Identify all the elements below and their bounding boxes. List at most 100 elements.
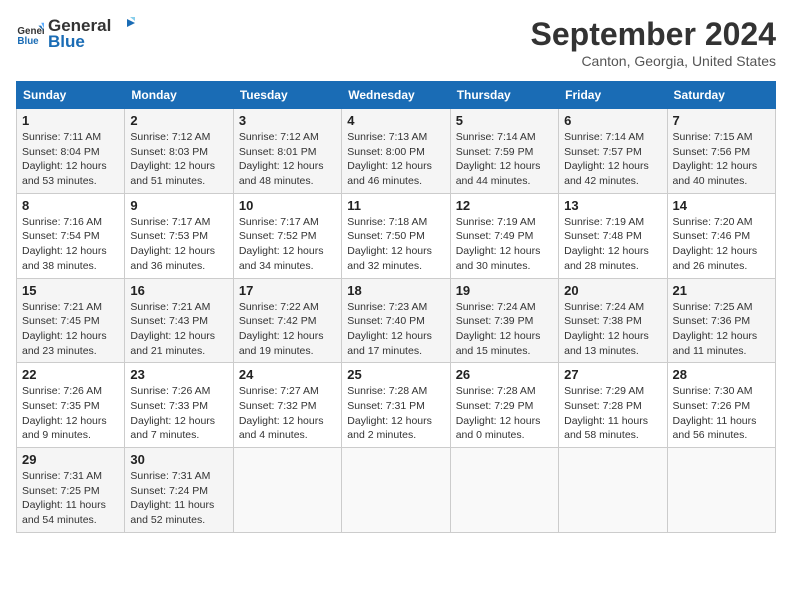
svg-text:Blue: Blue [17, 36, 39, 47]
day-header-tuesday: Tuesday [233, 82, 341, 109]
day-number: 11 [347, 198, 444, 213]
calendar-day-cell: 22Sunrise: 7:26 AMSunset: 7:35 PMDayligh… [17, 363, 125, 448]
day-number: 26 [456, 367, 553, 382]
calendar-day-cell: 17Sunrise: 7:22 AMSunset: 7:42 PMDayligh… [233, 278, 341, 363]
calendar-day-cell: 10 Sunrise: 7:17 AMSunset: 7:52 PMDayligh… [233, 193, 341, 278]
day-number: 3 [239, 113, 336, 128]
calendar-week-row: 29 Sunrise: 7:31 AMSunset: 7:25 PMDayligh… [17, 448, 776, 533]
day-info: Sunrise: 7:31 AMSunset: 7:24 PMDaylight:… [130, 469, 227, 528]
day-number: 9 [130, 198, 227, 213]
calendar-day-cell: 21 Sunrise: 7:25 AMSunset: 7:36 PMDayligh… [667, 278, 775, 363]
month-title: September 2024 [531, 16, 776, 53]
calendar-week-row: 15 Sunrise: 7:21 AMSunset: 7:45 PMDayligh… [17, 278, 776, 363]
header-row: SundayMondayTuesdayWednesdayThursdayFrid… [17, 82, 776, 109]
calendar-day-cell: 11Sunrise: 7:18 AMSunset: 7:50 PMDayligh… [342, 193, 450, 278]
calendar-day-cell: 30 Sunrise: 7:31 AMSunset: 7:24 PMDayligh… [125, 448, 233, 533]
calendar-day-cell: 28 Sunrise: 7:30 AMSunset: 7:26 PMDayligh… [667, 363, 775, 448]
calendar-week-row: 1 Sunrise: 7:11 AMSunset: 8:04 PMDaylight… [17, 109, 776, 194]
day-info: Sunrise: 7:26 AMSunset: 7:33 PMDaylight:… [130, 384, 227, 443]
day-number: 15 [22, 283, 119, 298]
day-info: Sunrise: 7:30 AMSunset: 7:26 PMDaylight:… [673, 384, 770, 443]
day-header-monday: Monday [125, 82, 233, 109]
calendar-day-cell: 1 Sunrise: 7:11 AMSunset: 8:04 PMDaylight… [17, 109, 125, 194]
day-info: Sunrise: 7:21 AMSunset: 7:43 PMDaylight:… [130, 300, 227, 359]
day-info: Sunrise: 7:28 AMSunset: 7:31 PMDaylight:… [347, 384, 444, 443]
day-info: Sunrise: 7:24 AMSunset: 7:38 PMDaylight:… [564, 300, 661, 359]
day-number: 21 [673, 283, 770, 298]
day-number: 30 [130, 452, 227, 467]
day-info: Sunrise: 7:31 AMSunset: 7:25 PMDaylight:… [22, 469, 119, 528]
day-info: Sunrise: 7:11 AMSunset: 8:04 PMDaylight:… [22, 130, 119, 189]
calendar-day-cell: 24 Sunrise: 7:27 AMSunset: 7:32 PMDayligh… [233, 363, 341, 448]
empty-cell [667, 448, 775, 533]
day-number: 28 [673, 367, 770, 382]
day-info: Sunrise: 7:20 AMSunset: 7:46 PMDaylight:… [673, 215, 770, 274]
day-info: Sunrise: 7:14 AMSunset: 7:57 PMDaylight:… [564, 130, 661, 189]
calendar-day-cell: 27 Sunrise: 7:29 AMSunset: 7:28 PMDayligh… [559, 363, 667, 448]
day-number: 17 [239, 283, 336, 298]
day-info: Sunrise: 7:17 AMSunset: 7:52 PMDaylight:… [239, 215, 336, 274]
day-number: 16 [130, 283, 227, 298]
calendar-day-cell: 16 Sunrise: 7:21 AMSunset: 7:43 PMDayligh… [125, 278, 233, 363]
header: General Blue General Blue September 2024… [16, 16, 776, 69]
day-number: 22 [22, 367, 119, 382]
calendar-day-cell: 25 Sunrise: 7:28 AMSunset: 7:31 PMDayligh… [342, 363, 450, 448]
day-number: 20 [564, 283, 661, 298]
day-number: 7 [673, 113, 770, 128]
day-info: Sunrise: 7:23 AMSunset: 7:40 PMDaylight:… [347, 300, 444, 359]
day-info: Sunrise: 7:21 AMSunset: 7:45 PMDaylight:… [22, 300, 119, 359]
day-info: Sunrise: 7:19 AMSunset: 7:48 PMDaylight:… [564, 215, 661, 274]
calendar-day-cell: 18 Sunrise: 7:23 AMSunset: 7:40 PMDayligh… [342, 278, 450, 363]
day-number: 27 [564, 367, 661, 382]
logo-icon: General Blue [16, 20, 44, 48]
calendar-day-cell: 2 Sunrise: 7:12 AMSunset: 8:03 PMDaylight… [125, 109, 233, 194]
calendar-day-cell: 3 Sunrise: 7:12 AMSunset: 8:01 PMDaylight… [233, 109, 341, 194]
empty-cell [559, 448, 667, 533]
day-info: Sunrise: 7:19 AMSunset: 7:49 PMDaylight:… [456, 215, 553, 274]
calendar-day-cell: 5Sunrise: 7:14 AMSunset: 7:59 PMDaylight… [450, 109, 558, 194]
day-header-friday: Friday [559, 82, 667, 109]
day-info: Sunrise: 7:25 AMSunset: 7:36 PMDaylight:… [673, 300, 770, 359]
calendar-day-cell: 12 Sunrise: 7:19 AMSunset: 7:49 PMDayligh… [450, 193, 558, 278]
empty-cell [450, 448, 558, 533]
day-info: Sunrise: 7:29 AMSunset: 7:28 PMDaylight:… [564, 384, 661, 443]
calendar-week-row: 8Sunrise: 7:16 AMSunset: 7:54 PMDaylight… [17, 193, 776, 278]
day-number: 25 [347, 367, 444, 382]
calendar-week-row: 22Sunrise: 7:26 AMSunset: 7:35 PMDayligh… [17, 363, 776, 448]
calendar-day-cell: 14Sunrise: 7:20 AMSunset: 7:46 PMDayligh… [667, 193, 775, 278]
day-info: Sunrise: 7:13 AMSunset: 8:00 PMDaylight:… [347, 130, 444, 189]
day-number: 4 [347, 113, 444, 128]
day-number: 6 [564, 113, 661, 128]
day-header-wednesday: Wednesday [342, 82, 450, 109]
day-number: 8 [22, 198, 119, 213]
day-number: 12 [456, 198, 553, 213]
day-header-sunday: Sunday [17, 82, 125, 109]
logo-flag-icon [113, 17, 135, 35]
day-number: 13 [564, 198, 661, 213]
day-number: 24 [239, 367, 336, 382]
day-header-saturday: Saturday [667, 82, 775, 109]
day-number: 1 [22, 113, 119, 128]
day-info: Sunrise: 7:12 AMSunset: 8:03 PMDaylight:… [130, 130, 227, 189]
empty-cell [233, 448, 341, 533]
calendar-day-cell: 29 Sunrise: 7:31 AMSunset: 7:25 PMDayligh… [17, 448, 125, 533]
calendar-day-cell: 15 Sunrise: 7:21 AMSunset: 7:45 PMDayligh… [17, 278, 125, 363]
day-number: 2 [130, 113, 227, 128]
logo: General Blue General Blue [16, 16, 135, 52]
calendar-day-cell: 23 Sunrise: 7:26 AMSunset: 7:33 PMDayligh… [125, 363, 233, 448]
day-number: 29 [22, 452, 119, 467]
day-number: 18 [347, 283, 444, 298]
day-number: 10 [239, 198, 336, 213]
day-info: Sunrise: 7:14 AMSunset: 7:59 PMDaylight:… [456, 130, 553, 189]
day-number: 19 [456, 283, 553, 298]
calendar-day-cell: 19Sunrise: 7:24 AMSunset: 7:39 PMDayligh… [450, 278, 558, 363]
calendar-day-cell: 6 Sunrise: 7:14 AMSunset: 7:57 PMDaylight… [559, 109, 667, 194]
day-number: 23 [130, 367, 227, 382]
day-info: Sunrise: 7:27 AMSunset: 7:32 PMDaylight:… [239, 384, 336, 443]
calendar-table: SundayMondayTuesdayWednesdayThursdayFrid… [16, 81, 776, 533]
day-info: Sunrise: 7:12 AMSunset: 8:01 PMDaylight:… [239, 130, 336, 189]
location-title: Canton, Georgia, United States [531, 53, 776, 69]
calendar-body: 1 Sunrise: 7:11 AMSunset: 8:04 PMDaylight… [17, 109, 776, 533]
calendar-day-cell: 7 Sunrise: 7:15 AMSunset: 7:56 PMDaylight… [667, 109, 775, 194]
day-info: Sunrise: 7:15 AMSunset: 7:56 PMDaylight:… [673, 130, 770, 189]
